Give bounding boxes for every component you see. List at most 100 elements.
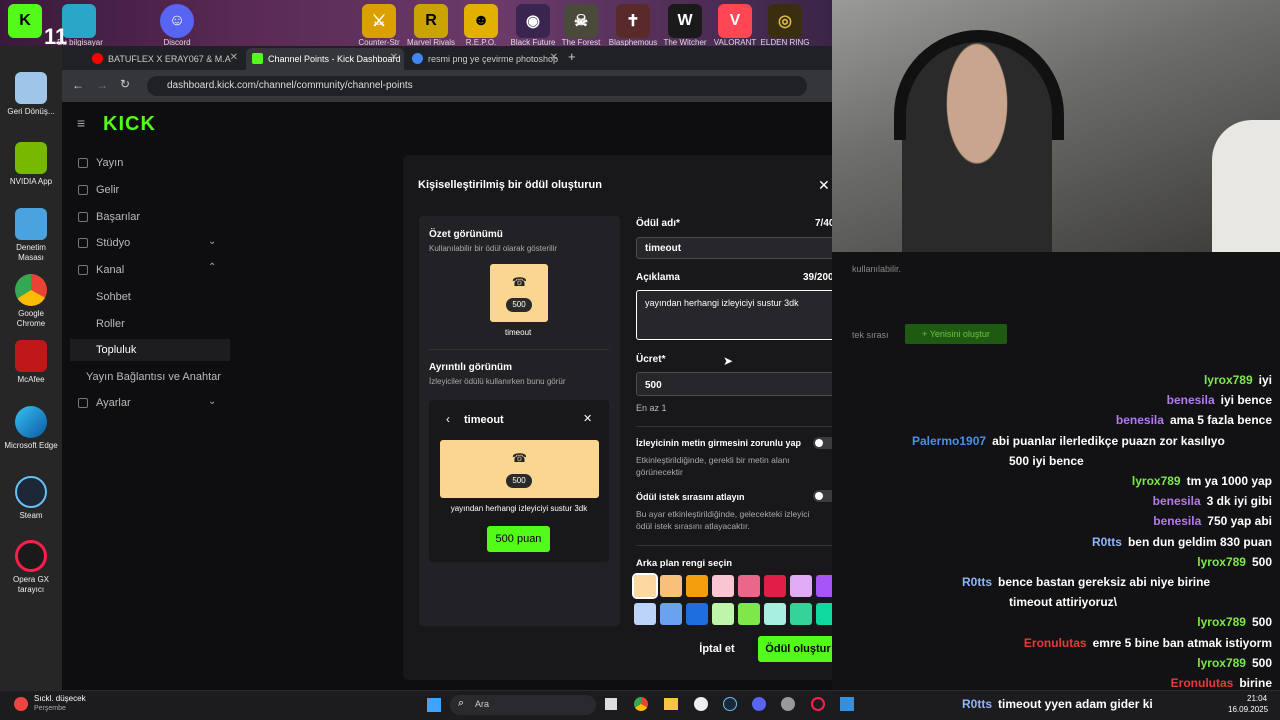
new-tab-icon[interactable]: +: [568, 49, 576, 64]
tab-photoshop[interactable]: resmi png ye çevirme photoshop ✕: [406, 48, 564, 70]
chat-username[interactable]: lyrox789: [1197, 555, 1246, 569]
sidebar-item-roller[interactable]: Roller: [78, 313, 228, 335]
windows-start-icon[interactable]: [427, 698, 441, 712]
marvel-rivals-icon[interactable]: R: [414, 4, 448, 38]
github-taskbar-icon[interactable]: [694, 697, 708, 711]
url-field[interactable]: dashboard.kick.com/channel/community/cha…: [147, 76, 807, 96]
kick-logo[interactable]: KICK: [103, 113, 156, 136]
control-panel[interactable]: Denetim Masası: [4, 208, 58, 263]
back-icon[interactable]: ←: [72, 78, 84, 92]
black-future-icon[interactable]: ◉: [516, 4, 550, 38]
detail-subtitle: İzleyiciler ödülü kullanırken bunu görür: [429, 377, 566, 386]
blasphemous-icon[interactable]: ✝: [616, 4, 650, 38]
color-swatch[interactable]: [764, 603, 786, 625]
recycle-bin[interactable]: Geri Dönüş...: [4, 72, 58, 117]
chat-username[interactable]: lyrox789: [1197, 656, 1246, 670]
points-button[interactable]: 500 puan: [487, 526, 550, 552]
chat-username[interactable]: benesila: [1153, 494, 1201, 508]
sidebar-item-gelir[interactable]: Gelir: [78, 179, 228, 201]
chevron-up-icon[interactable]: ⌃: [208, 262, 216, 273]
color-swatch[interactable]: [712, 575, 734, 597]
green-app-icon[interactable]: K: [8, 4, 42, 38]
discord-icon[interactable]: ☺: [160, 4, 194, 38]
color-swatch[interactable]: [686, 575, 708, 597]
sidebar-item-basarilar[interactable]: Başarılar: [78, 206, 228, 228]
clock-time[interactable]: 21:04: [1247, 694, 1267, 703]
color-swatch[interactable]: [686, 603, 708, 625]
chat-username[interactable]: Palermo1907: [912, 434, 986, 448]
microsoft-edge[interactable]: Microsoft Edge: [4, 406, 58, 451]
cancel-button[interactable]: İptal et: [698, 636, 736, 662]
color-swatch[interactable]: [660, 603, 682, 625]
forward-icon[interactable]: →: [96, 78, 108, 92]
sidebar-item-topluluk[interactable]: Topluluk: [70, 339, 230, 361]
the-forest-icon[interactable]: ☠: [564, 4, 598, 38]
google-chrome[interactable]: Google Chrome: [4, 274, 58, 329]
steam-taskbar-icon[interactable]: [723, 697, 737, 711]
chat-username[interactable]: lyrox789: [1132, 474, 1181, 488]
close-tab-icon[interactable]: ✕: [550, 52, 558, 63]
close-tab-icon[interactable]: ✕: [230, 52, 238, 63]
name-input[interactable]: timeout: [636, 237, 838, 259]
chat-username[interactable]: benesila: [1153, 514, 1201, 528]
chat-username[interactable]: Eronulutas: [1171, 676, 1234, 690]
description-textarea[interactable]: yayından herhangi izleyiciyi sustur 3dk: [636, 290, 838, 340]
color-swatch[interactable]: [764, 575, 786, 597]
color-swatch[interactable]: [660, 575, 682, 597]
valorant-icon[interactable]: V: [718, 4, 752, 38]
discord-taskbar-icon[interactable]: [752, 697, 766, 711]
folder-taskbar-icon[interactable]: [664, 698, 678, 710]
sidebar-item-sohbet[interactable]: Sohbet: [78, 286, 228, 308]
counter-strike-icon[interactable]: ⚔: [362, 4, 396, 38]
repo-icon[interactable]: ☻: [464, 4, 498, 38]
settings-taskbar-icon[interactable]: [781, 697, 795, 711]
chevron-down-icon[interactable]: ⌄: [208, 236, 216, 247]
mcafee[interactable]: McAfee: [4, 340, 58, 385]
sidebar-item-ayarlar[interactable]: Ayarlar: [78, 392, 228, 414]
task-view-icon[interactable]: [605, 698, 617, 710]
chat-username[interactable]: R0tts: [1092, 535, 1122, 549]
sidebar-item-kanal[interactable]: Kanal: [78, 259, 228, 281]
tab-batuflex[interactable]: BATUFLEX X ERAY067 & M.A ✕: [86, 48, 244, 70]
tv-icon: ☎: [512, 275, 527, 289]
steam[interactable]: Steam: [4, 476, 58, 521]
sidebar-item-stream-key[interactable]: Yayın Bağlantısı ve Anahtar: [86, 366, 236, 388]
chat-username[interactable]: R0tts: [962, 575, 992, 589]
chevron-down-icon[interactable]: ⌄: [208, 396, 216, 407]
create-reward-button[interactable]: Ödül oluştur: [758, 636, 838, 662]
clock-date[interactable]: 16.09.2025: [1228, 705, 1268, 714]
color-swatch[interactable]: [738, 575, 760, 597]
color-swatch[interactable]: [790, 575, 812, 597]
elden-ring-icon[interactable]: ◎: [768, 4, 802, 38]
opera-taskbar-icon[interactable]: [811, 697, 825, 711]
nvidia-app[interactable]: NVIDIA App: [4, 142, 58, 187]
chat-username[interactable]: benesila: [1116, 413, 1164, 427]
chat-username[interactable]: R0tts: [962, 697, 992, 711]
detail-close-icon[interactable]: ✕: [583, 412, 592, 425]
color-swatch[interactable]: [632, 573, 658, 599]
chat-username[interactable]: Eronulutas: [1024, 636, 1087, 650]
witcher-icon[interactable]: W: [668, 4, 702, 38]
chat-username[interactable]: lyrox789: [1204, 373, 1253, 387]
color-swatch[interactable]: [738, 603, 760, 625]
color-swatch[interactable]: [634, 603, 656, 625]
color-swatch[interactable]: [712, 603, 734, 625]
color-swatch[interactable]: [790, 603, 812, 625]
tab-channel-points[interactable]: Channel Points - Kick Dashboard ✕: [246, 48, 404, 70]
chat-username[interactable]: lyrox789: [1197, 615, 1246, 629]
reload-icon[interactable]: ↻: [120, 77, 130, 91]
opera-gx[interactable]: Opera GX tarayıcı: [4, 540, 58, 595]
app-taskbar-icon[interactable]: [840, 697, 854, 711]
chat-username[interactable]: benesila: [1167, 393, 1215, 407]
menu-icon[interactable]: ≡: [77, 115, 85, 131]
chrome-taskbar-icon[interactable]: [634, 697, 648, 711]
sidebar-item-yayin[interactable]: Yayın: [78, 152, 228, 174]
cost-input[interactable]: 500: [636, 372, 838, 396]
back-chevron-icon[interactable]: ‹: [446, 412, 450, 426]
close-icon[interactable]: ✕: [818, 177, 830, 194]
new-reward-button[interactable]: + Yenisini oluştur: [905, 324, 1007, 344]
close-tab-icon[interactable]: ✕: [390, 52, 398, 63]
sidebar-item-studyo[interactable]: Stüdyo: [78, 232, 228, 254]
chat-text: 500: [1251, 554, 1272, 569]
taskbar-search[interactable]: [450, 695, 596, 715]
